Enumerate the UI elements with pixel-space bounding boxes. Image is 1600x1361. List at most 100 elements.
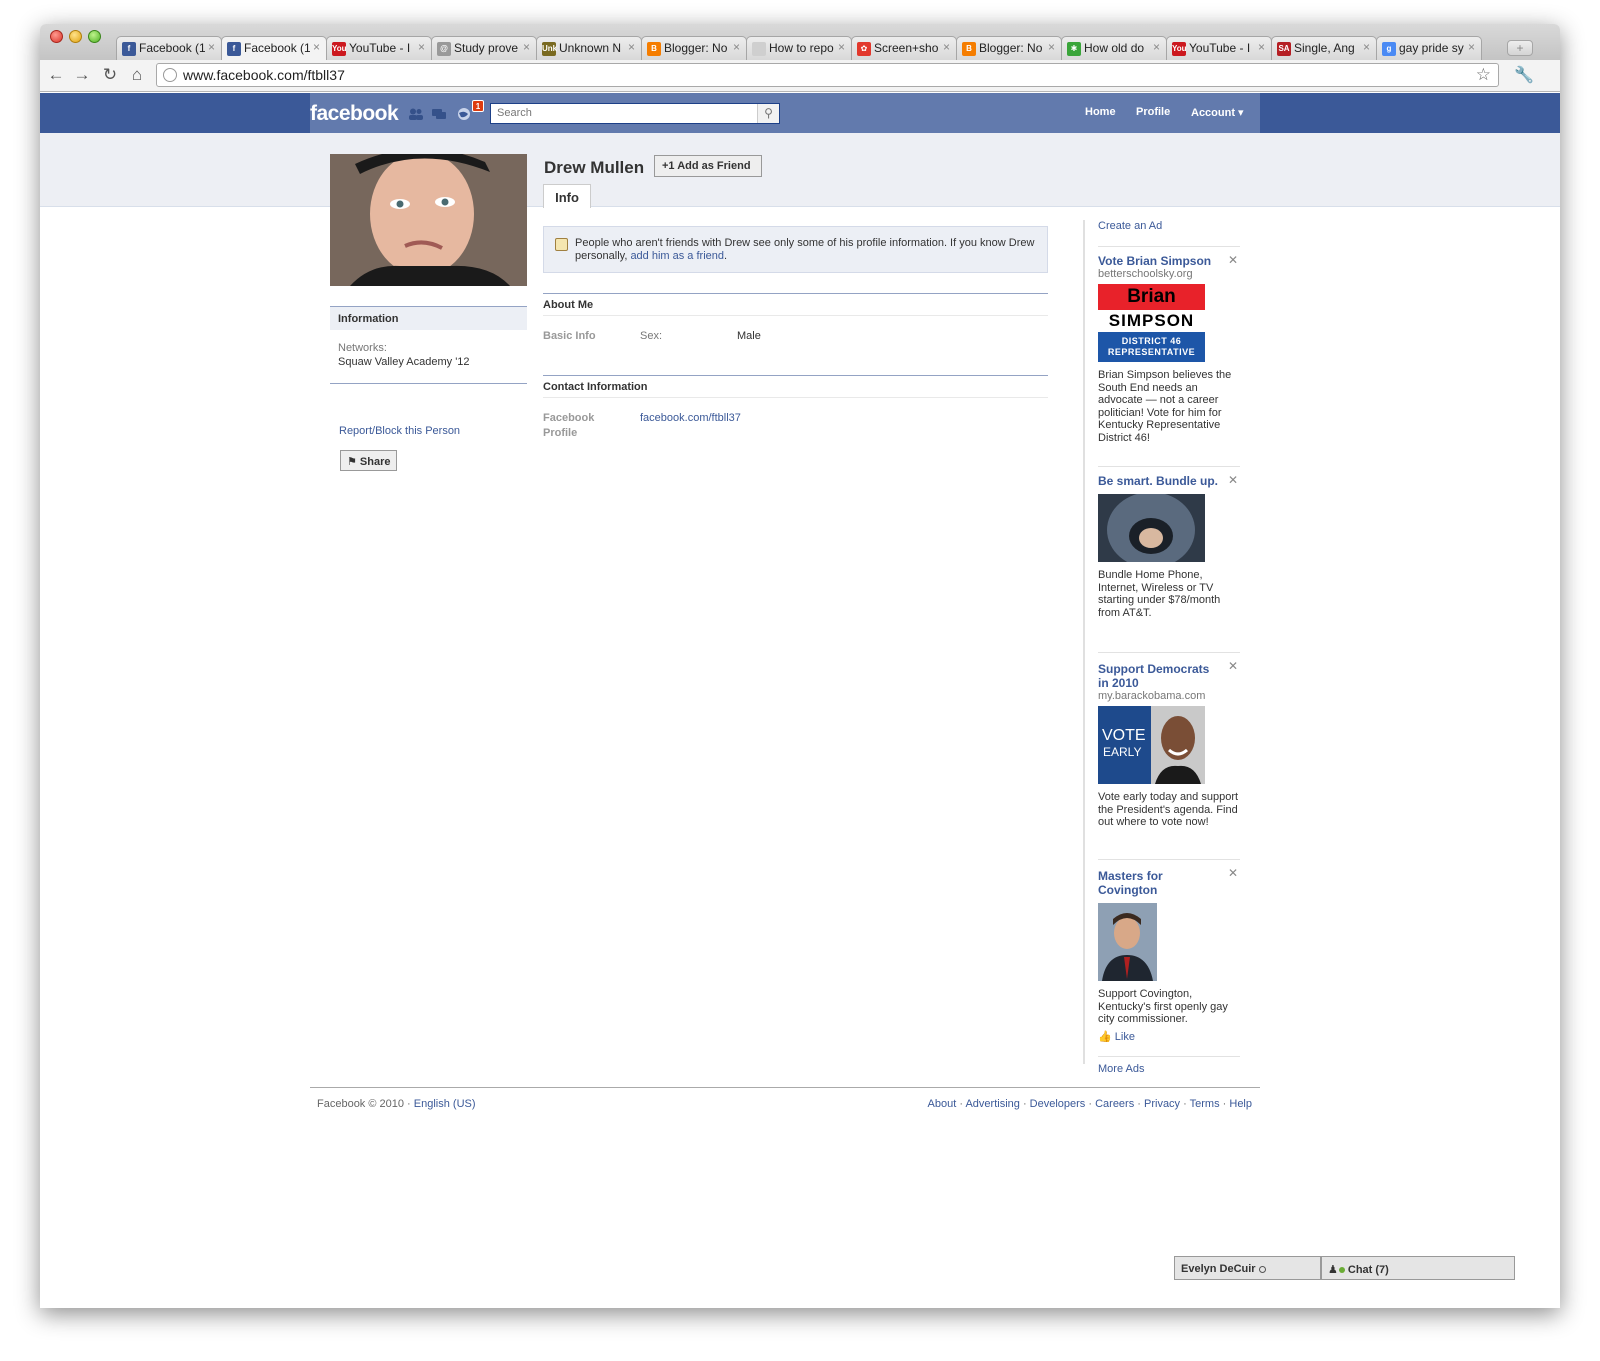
close-icon[interactable]: ✕ <box>1228 473 1238 487</box>
profile-name: Drew Mullen <box>544 158 645 177</box>
search-icon[interactable]: ⚲ <box>757 104 779 123</box>
ad-image[interactable]: Brian SIMPSON DISTRICT 46 REPRESENTATIVE <box>1098 284 1205 362</box>
browser-tab[interactable]: Unk Unknown N × <box>536 36 642 60</box>
friend-requests-icon[interactable] <box>408 108 424 120</box>
notifications-globe-icon[interactable] <box>456 108 472 120</box>
ad-image[interactable]: VOTE EARLY <box>1098 706 1205 784</box>
loading-favicon: @ <box>437 42 451 56</box>
basic-info-label: Basic Info <box>543 330 596 342</box>
tab-close-icon[interactable]: × <box>628 40 635 54</box>
browser-tab[interactable]: You YouTube - I × <box>326 36 432 60</box>
tab-close-icon[interactable]: × <box>1258 40 1265 54</box>
tab-close-icon[interactable]: × <box>1468 40 1475 54</box>
facebook-logo[interactable]: facebook <box>310 102 399 126</box>
profile-photo[interactable] <box>330 154 527 286</box>
tab-label: Study prove <box>454 41 519 55</box>
chat-user-tab[interactable]: Evelyn DeCuir <box>1174 1256 1321 1280</box>
facebook-favicon: f <box>122 42 136 56</box>
ad-title[interactable]: Be smart. Bundle up. <box>1098 474 1223 488</box>
minimize-window-button[interactable] <box>69 30 82 43</box>
facebook-profile-link[interactable]: facebook.com/ftbll37 <box>640 411 741 426</box>
share-button[interactable]: ⚑ Share <box>340 450 397 471</box>
footer-terms-link[interactable]: Terms <box>1190 1098 1220 1110</box>
ad-item[interactable]: Vote Brian Simpson ✕ betterschoolsky.org… <box>1098 246 1240 466</box>
browser-tab[interactable]: f Facebook (1 × <box>116 36 222 60</box>
footer-links: About · Advertising · Developers · Caree… <box>927 1098 1252 1110</box>
browser-tab[interactable]: f Facebook (1 × <box>221 36 327 60</box>
tab-close-icon[interactable]: × <box>1363 40 1370 54</box>
ad-item[interactable]: Support Democrats in 2010 ✕ my.barackoba… <box>1098 652 1240 859</box>
ad-item[interactable]: Masters for Covington ✕ Support Covingto… <box>1098 859 1240 1056</box>
forward-arrow-icon[interactable]: → <box>72 65 92 85</box>
browser-tab[interactable]: B Blogger: No × <box>641 36 747 60</box>
footer-help-link[interactable]: Help <box>1229 1098 1252 1110</box>
ad-item[interactable]: Be smart. Bundle up. ✕ Bundle Home Phone… <box>1098 466 1240 652</box>
zoom-window-button[interactable] <box>88 30 101 43</box>
close-icon[interactable]: ✕ <box>1228 866 1238 880</box>
sex-label: Sex: <box>640 330 663 342</box>
tab-close-icon[interactable]: × <box>313 40 320 54</box>
ad-body: Brian Simpson believes the South End nee… <box>1098 369 1232 444</box>
report-block-link[interactable]: Report/Block this Person <box>339 425 460 437</box>
tab-info[interactable]: Info <box>543 184 591 208</box>
tab-label: Unknown N <box>559 41 622 55</box>
new-tab-button[interactable]: + <box>1507 40 1533 56</box>
browser-tab[interactable]: B Blogger: No × <box>956 36 1062 60</box>
ad-image[interactable] <box>1098 492 1205 568</box>
browser-tab[interactable]: @ Study prove × <box>431 36 537 60</box>
chat-label: Chat (7) <box>1347 1264 1389 1276</box>
footer-privacy-link[interactable]: Privacy <box>1144 1098 1180 1110</box>
add-as-friend-button[interactable]: +1 Add as Friend <box>654 155 762 177</box>
ad-image[interactable] <box>1098 903 1157 981</box>
tab-close-icon[interactable]: × <box>208 40 215 54</box>
tab-close-icon[interactable]: × <box>1153 40 1160 54</box>
share-label: Share <box>359 456 391 468</box>
youtube-favicon: You <box>1172 42 1187 56</box>
address-bar[interactable]: www.facebook.com/ftbll37 ☆ <box>156 63 1499 87</box>
home-icon[interactable]: ⌂ <box>127 65 147 85</box>
footer-about-link[interactable]: About <box>928 1098 957 1110</box>
tab-close-icon[interactable]: × <box>523 40 530 54</box>
tab-close-icon[interactable]: × <box>733 40 740 54</box>
footer-advertising-link[interactable]: Advertising <box>965 1098 1019 1110</box>
wrench-icon[interactable]: 🔧 <box>1514 65 1534 85</box>
blogger-favicon: B <box>962 42 976 56</box>
footer-developers-link[interactable]: Developers <box>1030 1098 1086 1110</box>
tab-close-icon[interactable]: × <box>418 40 425 54</box>
browser-tab[interactable]: How to repo × <box>746 36 852 60</box>
footer-careers-link[interactable]: Careers <box>1095 1098 1134 1110</box>
facebook-search-input[interactable]: Search ⚲ <box>490 103 780 124</box>
browser-tab[interactable]: ✱ How old do × <box>1061 36 1167 60</box>
browser-tab[interactable]: You YouTube - I × <box>1166 36 1272 60</box>
nav-profile-link[interactable]: Profile <box>1136 106 1170 118</box>
ad-like-link[interactable]: 👍 Like <box>1098 1030 1240 1043</box>
close-icon[interactable]: ✕ <box>1228 659 1238 673</box>
more-ads-link[interactable]: More Ads <box>1098 1063 1240 1075</box>
unk-favicon: Unk <box>542 42 557 56</box>
add-him-as-friend-link[interactable]: add him as a friend <box>630 250 724 262</box>
tab-close-icon[interactable]: × <box>838 40 845 54</box>
close-icon[interactable]: ✕ <box>1228 253 1238 267</box>
chat-tab[interactable]: ♟ Chat (7) <box>1321 1256 1515 1280</box>
browser-tab[interactable]: g gay pride sy × <box>1376 36 1482 60</box>
back-arrow-icon[interactable]: ← <box>46 65 66 85</box>
tab-close-icon[interactable]: × <box>1048 40 1055 54</box>
ad-title[interactable]: Masters for Covington <box>1098 869 1223 897</box>
create-ad-link[interactable]: Create an Ad <box>1098 220 1240 246</box>
browser-tab[interactable]: SA Single, Ang × <box>1271 36 1377 60</box>
ad-title[interactable]: Support Democrats in 2010 <box>1098 662 1223 690</box>
language-link[interactable]: English (US) <box>414 1098 476 1110</box>
ad-title[interactable]: Vote Brian Simpson <box>1098 254 1223 268</box>
nav-home-link[interactable]: Home <box>1085 106 1116 118</box>
reload-icon[interactable]: ↻ <box>100 65 120 85</box>
browser-window: f Facebook (1 × f Facebook (1 × You YouTube - I… <box>40 24 1560 1308</box>
browser-tab[interactable]: ✿ Screen+sho × <box>851 36 957 60</box>
bookmark-star-icon[interactable]: ☆ <box>1476 65 1491 85</box>
nav-account-menu[interactable]: Account ▾ <box>1191 106 1244 119</box>
tab-close-icon[interactable]: × <box>943 40 950 54</box>
picasa-favicon: ✿ <box>857 42 871 56</box>
tab-label: Facebook (1 <box>139 41 205 55</box>
messages-icon[interactable] <box>431 108 447 120</box>
close-window-button[interactable] <box>50 30 63 43</box>
sex-value: Male <box>737 330 761 342</box>
